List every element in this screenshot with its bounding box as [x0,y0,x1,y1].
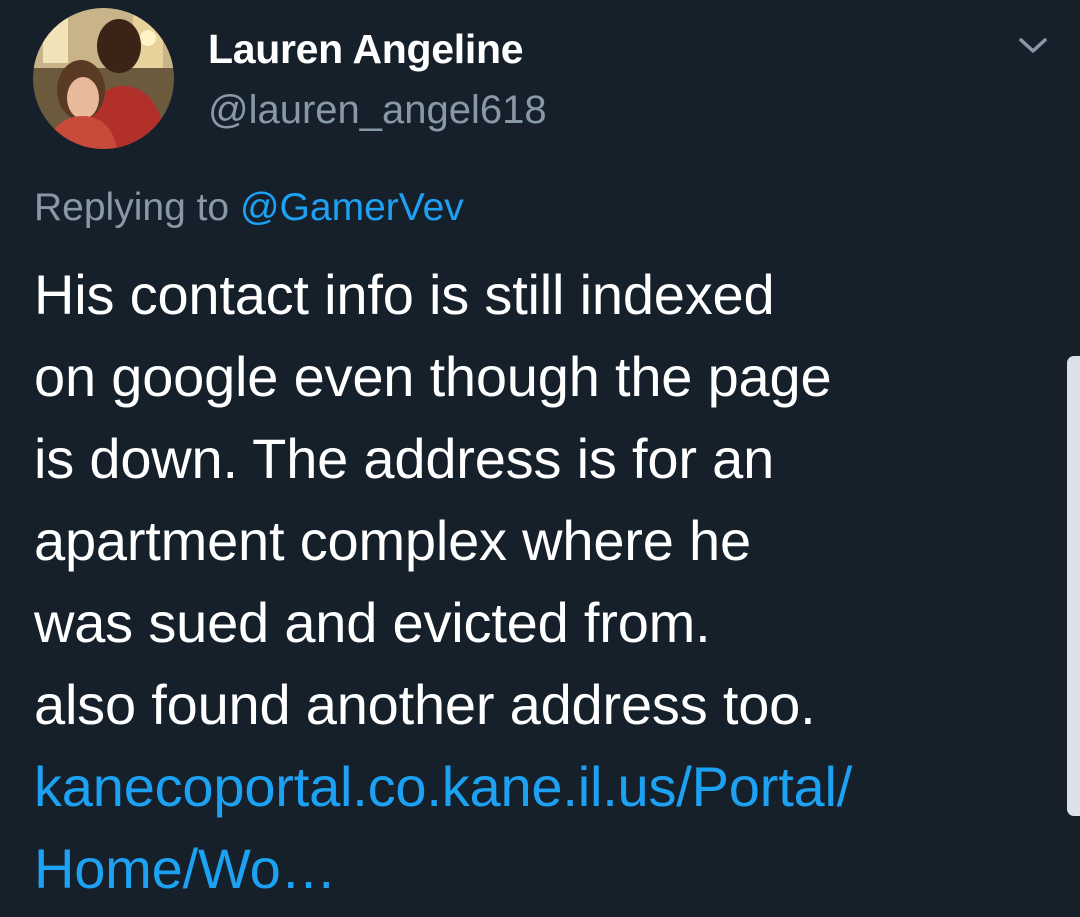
display-name[interactable]: Lauren Angeline [208,26,524,73]
scrollbar[interactable] [1067,356,1080,816]
tweet-text-line: apartment complex where he [34,509,751,572]
tweet-text-line: on google even though the page [34,345,832,408]
tweet-text: His contact info is still indexed on goo… [34,254,1044,910]
chevron-down-icon[interactable] [1016,30,1050,60]
tweet-text-line: is down. The address is for an [34,427,775,490]
reply-prefix: Replying to [34,186,230,229]
reply-mention-link[interactable]: @GamerVev [240,186,464,229]
user-handle[interactable]: @lauren_angel618 [208,88,547,133]
tweet-url-link[interactable]: Home/Wo… [34,828,1044,910]
reply-context: Replying to @GamerVev [34,186,464,230]
tweet-url-link[interactable]: kanecoportal.co.kane.il.us/Portal/ [34,746,1044,828]
tweet-text-line: was sued and evicted from. [34,591,711,654]
tweet: Lauren Angeline @lauren_angel618 Replyin… [0,0,1080,917]
tweet-text-line: His contact info is still indexed [34,263,775,326]
tweet-text-line: also found another address too. [34,673,816,736]
avatar-photo [33,8,174,149]
avatar[interactable] [33,8,174,149]
